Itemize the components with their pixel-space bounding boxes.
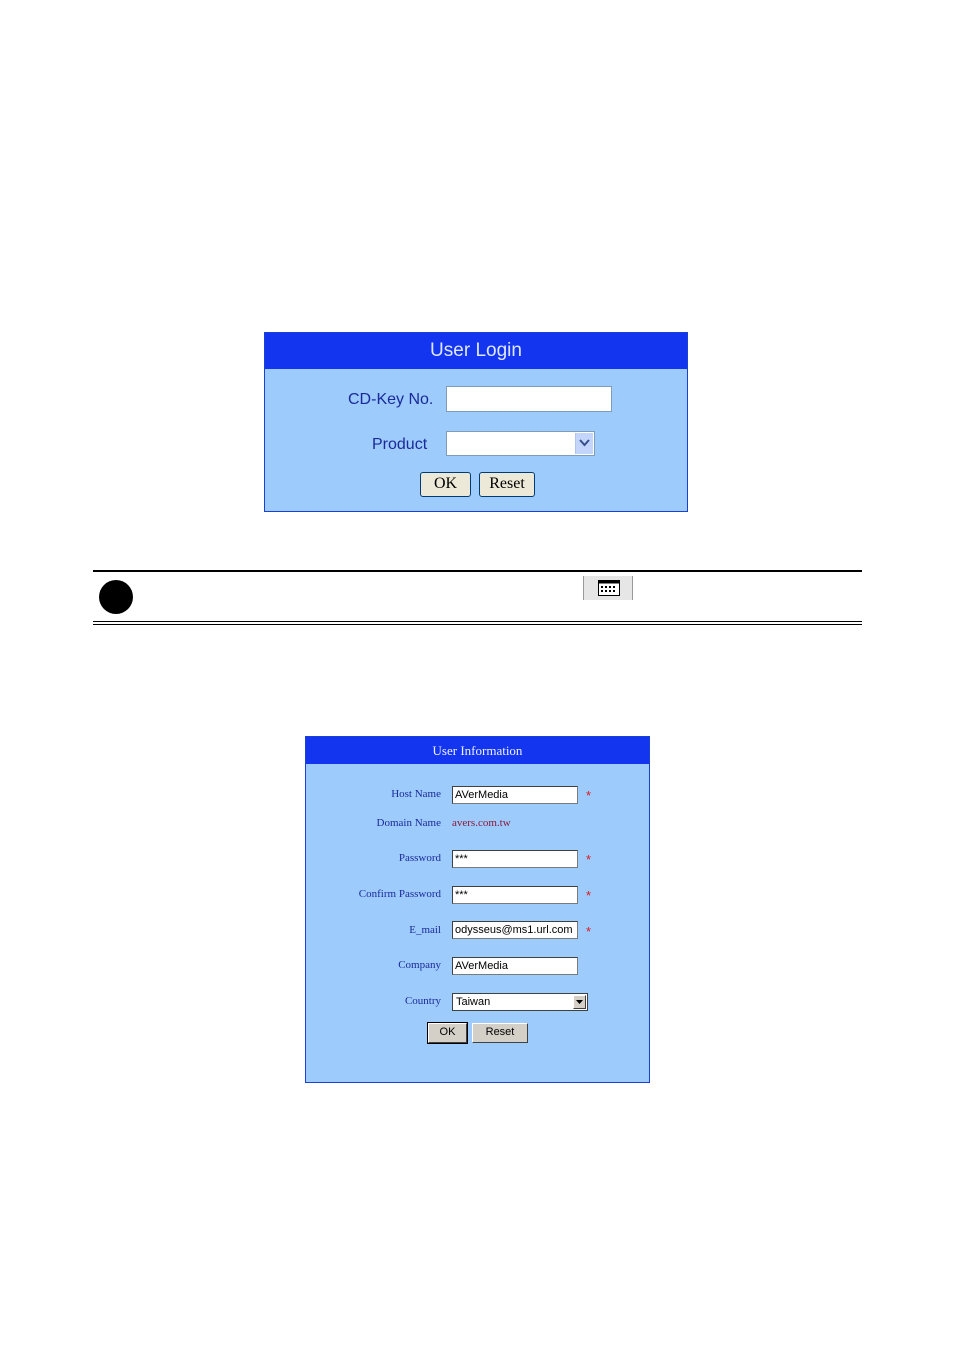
domain-name-label: Domain Name <box>376 817 441 829</box>
host-name-label: Host Name <box>391 788 441 800</box>
dropdown-arrow-icon[interactable] <box>573 995 586 1009</box>
user-login-title: User Login <box>265 333 687 369</box>
note-bottom-rule <box>93 621 862 622</box>
product-label: Product <box>372 436 428 453</box>
company-input[interactable]: AVerMedia <box>452 957 578 975</box>
cdkey-input[interactable] <box>446 386 612 412</box>
password-input[interactable]: *** <box>452 850 578 868</box>
required-marker: * <box>586 852 592 867</box>
required-marker: * <box>586 788 592 803</box>
country-select[interactable]: Taiwan <box>452 993 588 1011</box>
country-select-value: Taiwan <box>456 996 491 1008</box>
user-information-title: User Information <box>306 737 649 764</box>
confirm-password-label: Confirm Password <box>358 888 441 900</box>
user-login-panel: User Login CD-Key No. Product OK Reset <box>264 332 688 512</box>
login-ok-button[interactable]: OK <box>420 472 471 497</box>
password-label: Password <box>398 852 441 864</box>
calendar-icon <box>583 576 633 600</box>
cdkey-label: CD-Key No. <box>348 391 434 408</box>
host-name-input[interactable]: AVerMedia <box>452 786 578 804</box>
user-information-panel: User Information Host Name AVerMedia * D… <box>305 736 650 1083</box>
required-marker: * <box>586 924 592 939</box>
note-top-rule <box>93 570 862 572</box>
email-input[interactable]: odysseus@ms1.url.com <box>452 921 578 939</box>
note-bottom-rule-2 <box>93 624 862 625</box>
required-marker: * <box>586 888 592 903</box>
note-bullet-icon <box>99 580 133 614</box>
user-info-ok-button[interactable]: OK <box>427 1022 468 1044</box>
login-reset-button[interactable]: Reset <box>479 472 535 497</box>
product-select[interactable] <box>446 431 595 456</box>
confirm-password-input[interactable]: *** <box>452 886 578 904</box>
country-label: Country <box>404 995 441 1007</box>
company-label: Company <box>398 959 441 971</box>
user-info-reset-button[interactable]: Reset <box>472 1023 528 1043</box>
chevron-down-icon[interactable] <box>575 433 593 454</box>
email-label: E_mail <box>409 924 441 936</box>
domain-name-value: avers.com.tw <box>452 817 511 829</box>
